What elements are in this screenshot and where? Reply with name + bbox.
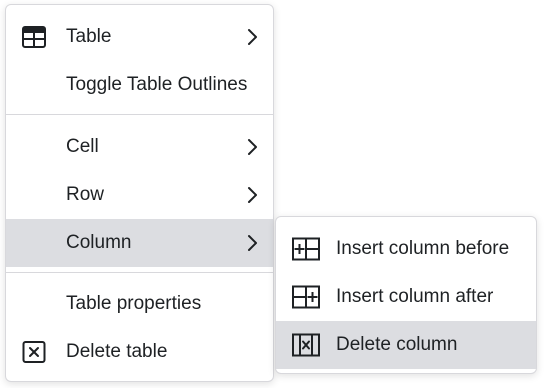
menu-item-label: Column xyxy=(66,232,132,253)
menu-item-label: Table xyxy=(66,26,112,47)
menu-item-label: Table properties xyxy=(66,293,202,314)
menu-item-label: Delete table xyxy=(66,341,168,362)
menu-item-row[interactable]: Row xyxy=(6,171,273,219)
menu-item-label: Delete column xyxy=(336,334,458,355)
menu-item-label: Insert column after xyxy=(336,286,494,307)
chevron-right-icon xyxy=(245,27,261,47)
chevron-right-icon xyxy=(245,137,261,157)
chevron-right-icon xyxy=(245,185,261,205)
chevron-right-icon xyxy=(245,233,261,253)
menu-item-table[interactable]: Table xyxy=(6,13,273,61)
menu-divider xyxy=(6,272,273,273)
menu-item-cell[interactable]: Cell xyxy=(6,123,273,171)
delete-column-icon xyxy=(292,333,320,357)
delete-table-icon xyxy=(22,340,46,364)
table-context-menu: Table Toggle Table Outlines Cell Row Col… xyxy=(5,4,274,382)
menu-item-delete-table[interactable]: Delete table xyxy=(6,328,273,376)
menu-item-column[interactable]: Column xyxy=(6,219,273,267)
column-submenu: Insert column before Insert column after xyxy=(275,216,537,374)
menu-item-table-properties[interactable]: Table properties xyxy=(6,280,273,328)
submenu-item-insert-column-after[interactable]: Insert column after xyxy=(276,273,536,321)
submenu-item-delete-column[interactable]: Delete column xyxy=(276,321,536,369)
table-icon xyxy=(22,25,46,49)
menu-item-label: Row xyxy=(66,184,105,205)
submenu-item-insert-column-before[interactable]: Insert column before xyxy=(276,225,536,273)
insert-column-after-icon xyxy=(292,285,320,309)
menu-item-label: Toggle Table Outlines xyxy=(66,74,248,95)
menu-item-label: Cell xyxy=(66,136,99,157)
insert-column-before-icon xyxy=(292,237,320,261)
menu-divider xyxy=(6,114,273,115)
menu-item-label: Insert column before xyxy=(336,238,510,259)
menu-item-toggle-table-outlines[interactable]: Toggle Table Outlines xyxy=(6,61,273,109)
